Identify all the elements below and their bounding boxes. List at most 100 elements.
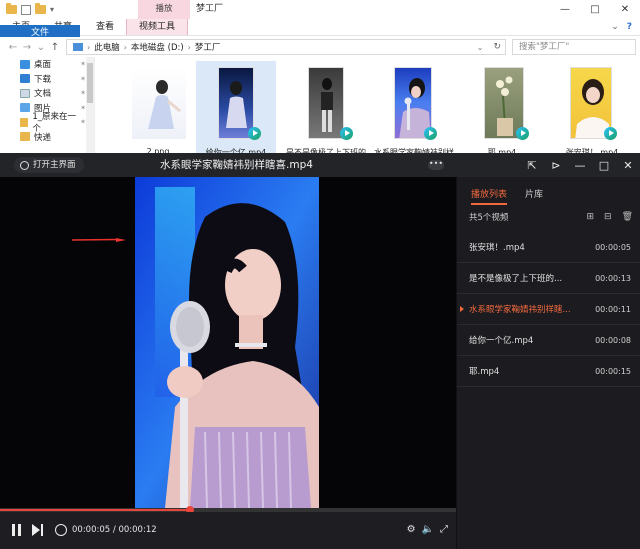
video-frame: [135, 177, 319, 508]
sort-icon[interactable]: ⊟: [604, 212, 612, 222]
breadcrumb-this-pc[interactable]: 此电脑: [94, 41, 120, 53]
explorer-titlebar: ▾: [0, 0, 640, 19]
video-file-badge-icon: [516, 127, 529, 140]
tab-playlist[interactable]: 播放列表: [471, 187, 508, 205]
player-minimize-button[interactable]: —: [568, 159, 592, 172]
player-titlebar: 打开主界面 水系眼学家鞠婧祎别样瞎喜.mp4 ••• ⇱ ⊳ — □ ✕: [0, 153, 640, 177]
fullscreen-icon[interactable]: ⤢: [440, 522, 448, 538]
loop-icon[interactable]: [55, 524, 67, 536]
properties-icon[interactable]: [21, 4, 31, 15]
playlist-items: 张安琪！.mp4 00:00:05 是不是像极了上下班的... 00:00:13…: [457, 232, 640, 387]
file-thumbnail: [132, 67, 186, 139]
help-icon[interactable]: ?: [627, 22, 632, 32]
video-file-badge-icon: [248, 127, 261, 140]
expand-ribbon-icon[interactable]: ⌄: [611, 22, 619, 32]
playback-controls: 00:00:05 / 00:00:12 ⚙ 🔈 ⤢: [0, 512, 456, 549]
download-icon: [20, 74, 30, 84]
playlist-item-duration: 00:00:05: [595, 242, 631, 252]
up-button[interactable]: ↑: [48, 42, 62, 53]
ribbon-tab-video-tools[interactable]: 视频工具: [126, 19, 189, 35]
video-file-badge-icon: [604, 127, 617, 140]
delete-icon[interactable]: 🗑: [622, 212, 633, 222]
playlist-item[interactable]: 给你一个亿.mp4 00:00:08: [457, 325, 640, 356]
address-bar[interactable]: › 此电脑 › 本地磁盘 (D:) › 梦工厂 ⌄ ↻: [66, 39, 506, 55]
ribbon-tabs: 文件 主页 共享 查看 视频工具 ⌄ ?: [0, 19, 640, 115]
player-window-controls: ⇱ ⊳ — □ ✕: [520, 153, 640, 177]
playlist-item[interactable]: 是不是像极了上下班的... 00:00:13: [457, 263, 640, 294]
navigation-pane: 桌面 ✶ 下载 ✶ 文档 ✶ 图片 ✶ 1_原来在一个 ✶ 快递: [0, 57, 95, 153]
breadcrumb-local-disk[interactable]: 本地磁盘 (D:): [131, 41, 184, 53]
playlist-item-active[interactable]: 水系眼学家鞠婧祎别样瞎... 00:00:11: [457, 294, 640, 325]
chevron-right-icon: ›: [187, 42, 191, 52]
playlist-item[interactable]: 耶.mp4 00:00:15: [457, 356, 640, 387]
recent-locations-button[interactable]: ⌄: [34, 42, 48, 53]
sidebar-item-label: 下载: [34, 74, 52, 85]
playlist-item-duration: 00:00:13: [595, 273, 631, 283]
add-file-icon[interactable]: ⊞: [586, 212, 594, 222]
progress-fill: [0, 509, 190, 511]
forward-button[interactable]: →: [20, 42, 34, 53]
sidebar-item-express[interactable]: 快递: [0, 130, 94, 145]
playlist-item[interactable]: 张安琪！.mp4 00:00:05: [457, 232, 640, 263]
file-item-selected[interactable]: 给你一个亿.mp4: [196, 61, 276, 157]
image-thumbnail-art: [148, 80, 181, 129]
playback-time: 00:00:05 / 00:00:12: [72, 522, 157, 538]
minimize-button[interactable]: —: [550, 0, 580, 19]
back-button[interactable]: ←: [6, 42, 20, 53]
new-folder-icon[interactable]: [35, 3, 46, 14]
sidebar-item-label: 桌面: [34, 60, 52, 71]
sidebar-item-label: 文档: [34, 89, 52, 100]
document-icon: [20, 88, 30, 98]
sidebar-item-label: 快递: [34, 132, 52, 143]
total-time: 00:00:12: [118, 525, 157, 535]
refresh-icon[interactable]: ↻: [493, 42, 501, 52]
address-dropdown-icon[interactable]: ⌄: [477, 43, 484, 52]
ribbon-tab-view[interactable]: 查看: [84, 19, 126, 35]
video-display[interactable]: [0, 177, 456, 508]
playlist-header: 共5个视频 ⊞ ⊟ 🗑: [469, 211, 633, 223]
file-item[interactable]: 是不是像极了上下班的: [286, 63, 366, 157]
playlist-item-duration: 00:00:08: [595, 335, 631, 345]
mini-mode-button[interactable]: ⇱: [520, 159, 544, 172]
pause-button[interactable]: [12, 524, 22, 536]
close-button[interactable]: ✕: [610, 0, 640, 19]
file-thumbnail: [308, 67, 344, 139]
picture-icon: [20, 103, 30, 113]
player-maximize-button[interactable]: □: [592, 159, 616, 172]
file-item[interactable]: 2.png: [118, 63, 198, 156]
open-main-interface-label: 打开主界面: [33, 160, 76, 170]
video-file-badge-icon: [424, 127, 437, 140]
more-options-button[interactable]: •••: [428, 160, 444, 170]
playlist-item-name: 是不是像极了上下班的...: [469, 274, 563, 284]
maximize-button[interactable]: □: [580, 0, 610, 19]
breadcrumb-current-folder[interactable]: 梦工厂: [195, 41, 221, 53]
search-input[interactable]: 搜索"梦工厂": [512, 39, 636, 55]
sidebar-item-desktop[interactable]: 桌面 ✶: [0, 57, 94, 72]
file-item[interactable]: 张安琪！.mp4: [552, 63, 632, 157]
customize-quick-access-icon[interactable]: ▾: [50, 5, 54, 14]
sidebar-item-folder-1[interactable]: 1_原来在一个 ✶: [0, 112, 94, 134]
playlist-item-name: 耶.mp4: [469, 367, 500, 377]
open-main-interface-button[interactable]: 打开主界面: [14, 157, 84, 173]
file-item[interactable]: 耶.mp4: [462, 63, 542, 157]
context-tab-play[interactable]: 播放: [138, 0, 190, 19]
file-list: 2.png 给你一个亿.mp4 是不是像极了上下班的: [96, 57, 640, 157]
playlist-tools: ⊞ ⊟ 🗑: [586, 212, 633, 222]
cast-button[interactable]: ⊳: [544, 159, 568, 172]
video-player-window: 打开主界面 水系眼学家鞠婧祎别样瞎喜.mp4 ••• ⇱ ⊳ — □ ✕ 00:…: [0, 153, 640, 549]
pc-icon: [73, 43, 83, 51]
player-close-button[interactable]: ✕: [616, 159, 640, 172]
sidebar-item-documents[interactable]: 文档 ✶: [0, 86, 94, 101]
tab-library[interactable]: 片库: [525, 187, 543, 205]
scrollbar-thumb[interactable]: [87, 63, 93, 103]
playlist-item-name: 张安琪！.mp4: [469, 243, 525, 253]
file-item[interactable]: 水系眼学家鞠婧祎别样: [374, 63, 454, 157]
next-video-button[interactable]: [32, 524, 44, 536]
volume-icon[interactable]: 🔈: [422, 522, 434, 538]
sidebar-scrollbar[interactable]: [86, 57, 94, 153]
file-thumbnail: [218, 67, 254, 139]
explorer-window-controls: — □ ✕: [550, 0, 640, 19]
red-arrow-annotation: [72, 238, 126, 242]
settings-icon[interactable]: ⚙: [407, 522, 416, 538]
sidebar-item-downloads[interactable]: 下载 ✶: [0, 72, 94, 87]
